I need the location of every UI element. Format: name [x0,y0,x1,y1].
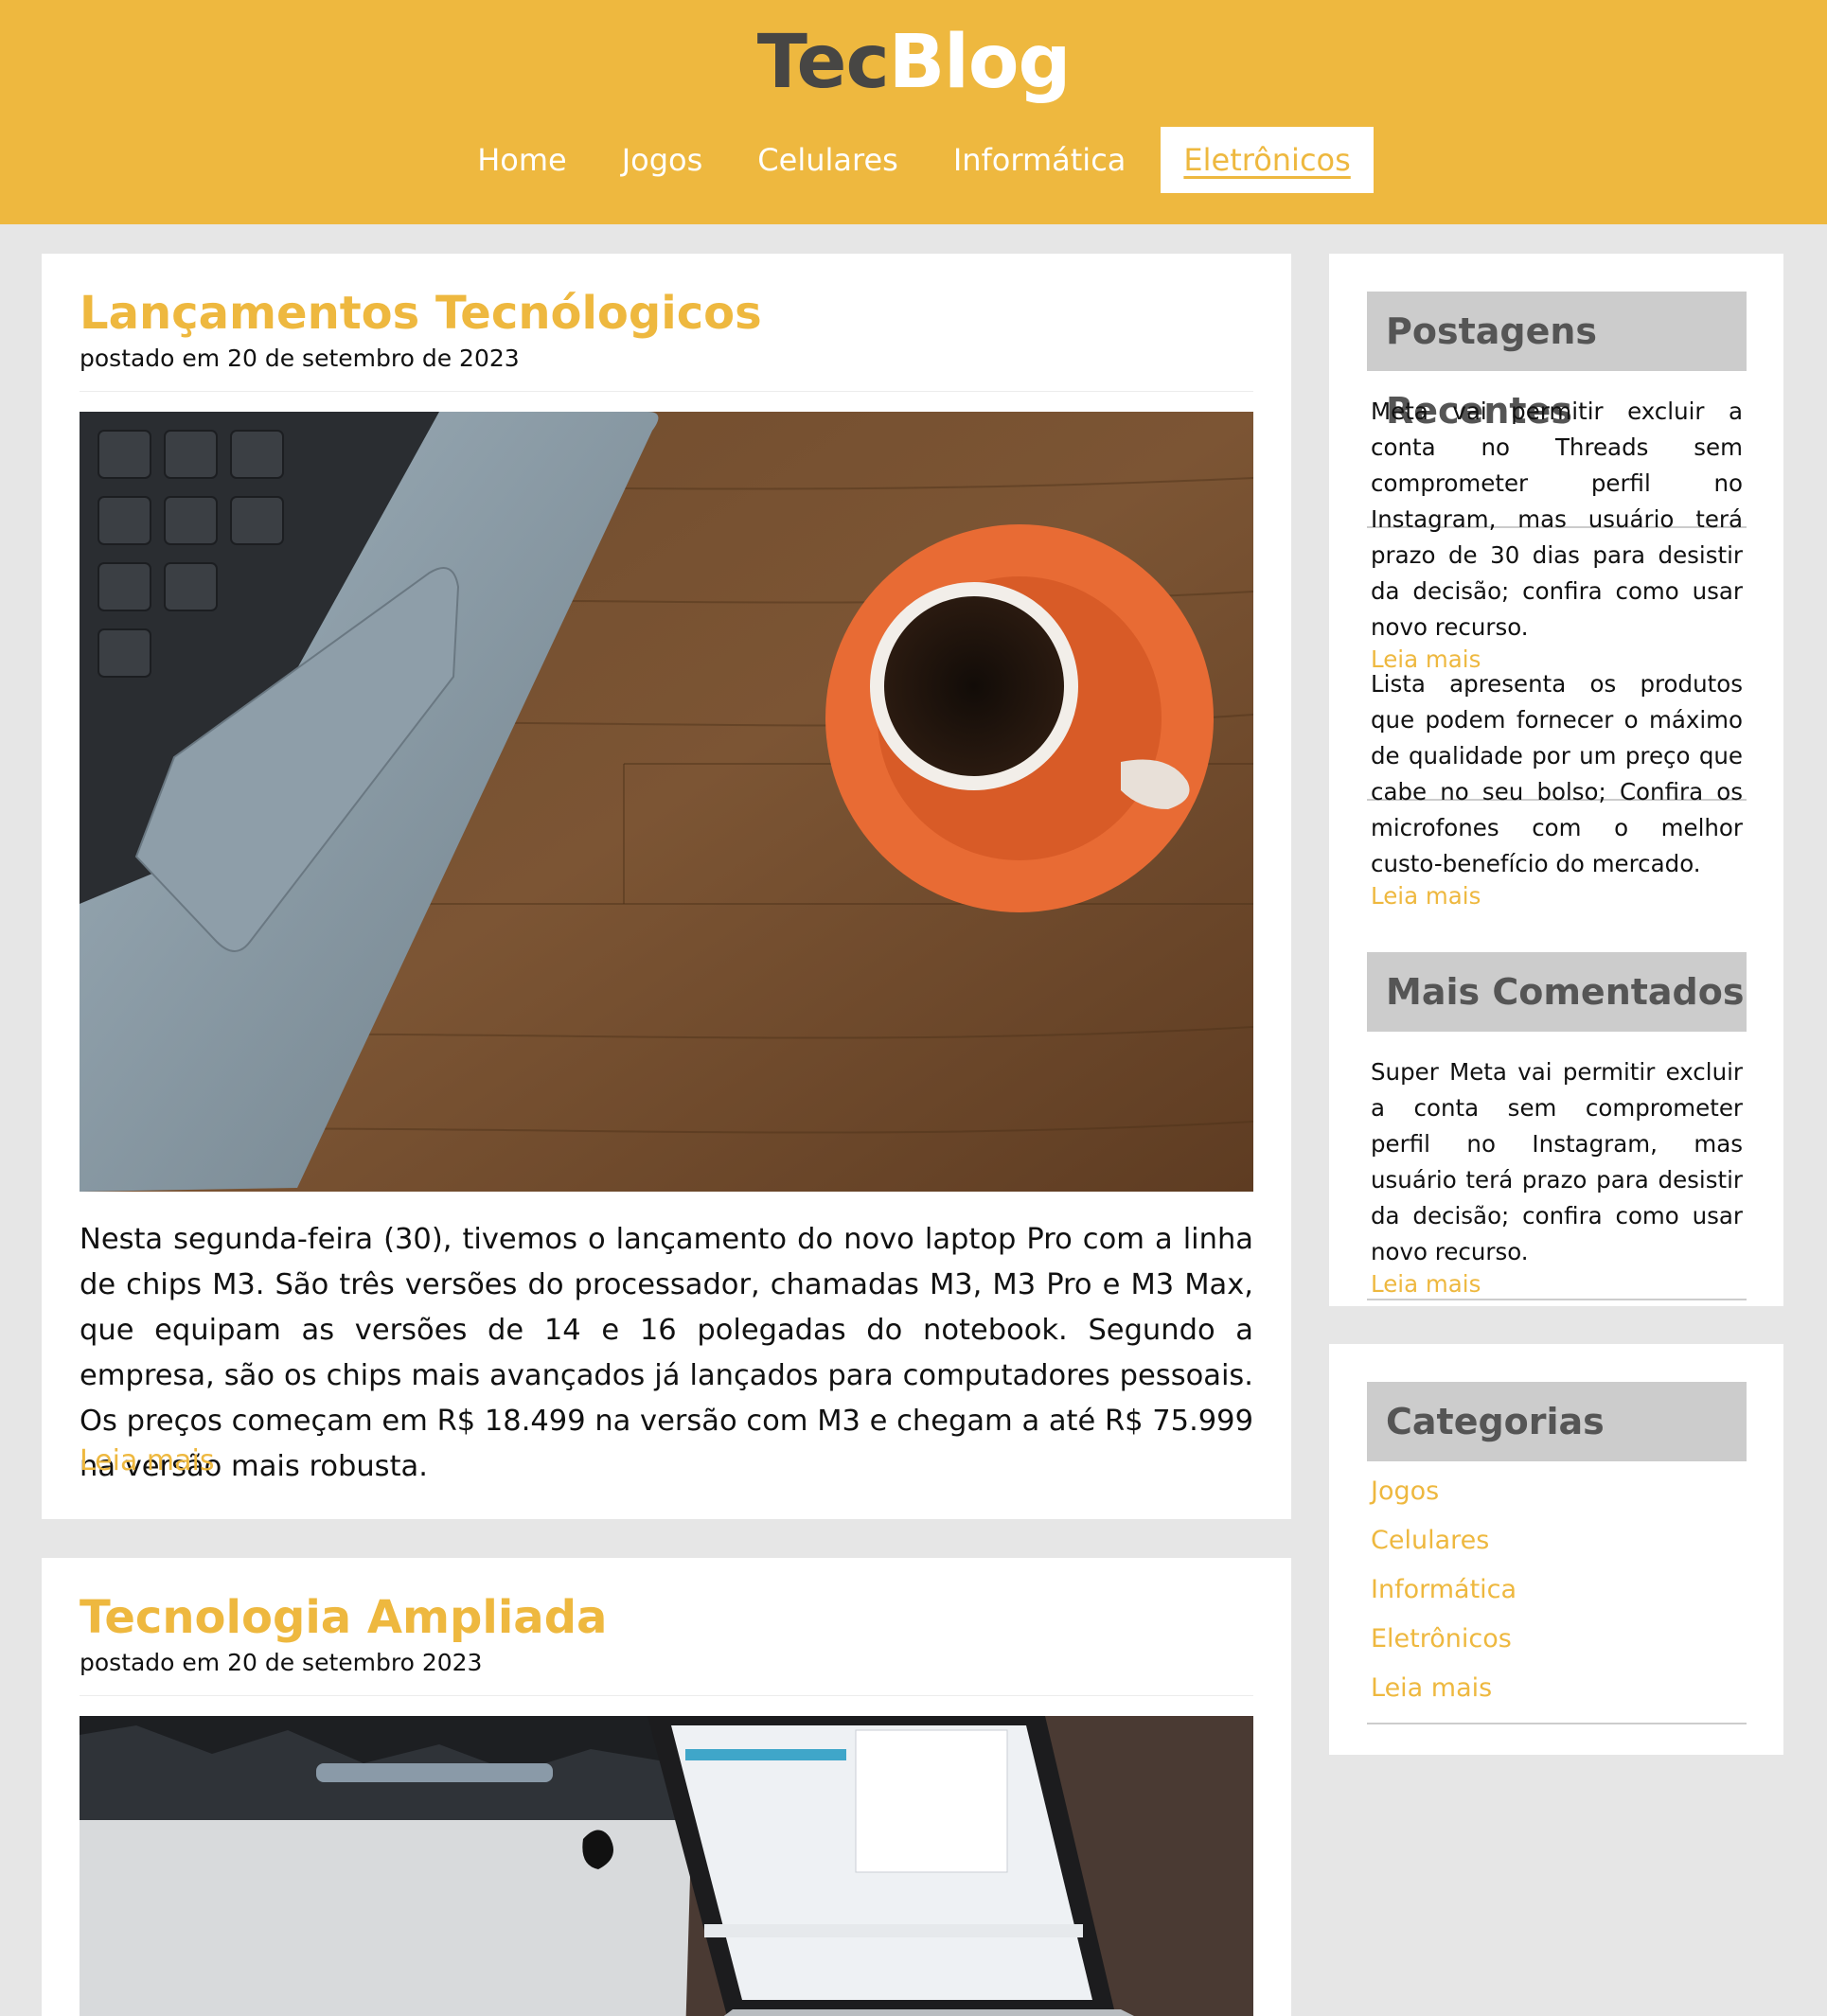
post-date: postado em 20 de setembro de 2023 [80,345,520,372]
categories-panel: Categorias Jogos Celulares Informática E… [1329,1344,1783,1755]
nav-item-informatica[interactable]: Informática [930,127,1150,193]
main-nav: Home Jogos Celulares Informática Eletrôn… [0,127,1827,193]
nav-item-eletronicos[interactable]: Eletrônicos [1161,127,1374,193]
most-commented-text: Super Meta vai permitir excluir a conta … [1371,1058,1743,1265]
read-more-link[interactable]: Leia mais [80,1442,214,1480]
most-commented-item: Super Meta vai permitir excluir a conta … [1367,1054,1747,1300]
desktop-laptop-image [80,1716,1253,2016]
most-commented-heading: Mais Comentados [1367,952,1747,1032]
post-divider [80,391,1253,392]
category-celulares[interactable]: Celulares [1367,1516,1747,1565]
categories-heading: Categorias [1367,1382,1747,1461]
category-jogos[interactable]: Jogos [1367,1467,1747,1516]
site-logo[interactable]: TecBlog [0,17,1827,108]
post-title[interactable]: Tecnologia Ampliada [80,1589,607,1646]
nav-item-home[interactable]: Home [453,127,591,193]
recent-post-item: Meta vai permitir excluir a conta no Thr… [1367,394,1747,673]
category-read-more[interactable]: Leia mais [1367,1664,1747,1713]
post-excerpt: Nesta segunda-feira (30), tivemos o lanç… [80,1223,1253,1483]
read-more-link[interactable]: Leia mais [1367,1270,1747,1299]
category-eletronicos[interactable]: Eletrônicos [1367,1615,1747,1664]
read-more-link[interactable]: Leia mais [1367,882,1747,911]
post-card: Lançamentos Tecnólogicos postado em 20 d… [42,254,1291,1519]
post-divider [80,1695,1253,1696]
category-list: Jogos Celulares Informática Eletrônicos … [1367,1467,1747,1724]
sidebar-panel: Postagens Recentes Meta vai permitir exc… [1329,254,1783,1306]
nav-item-jogos[interactable]: Jogos [598,127,727,193]
site-header: TecBlog Home Jogos Celulares Informática… [0,0,1827,224]
nav-item-celulares[interactable]: Celulares [734,127,922,193]
post-card: Tecnologia Ampliada postado em 20 de set… [42,1558,1291,2016]
logo-part-tec: Tec [756,20,890,105]
category-informatica[interactable]: Informática [1367,1565,1747,1615]
laptop-coffee-image [80,412,1253,1192]
recent-post-item: Lista apresenta os produtos que podem fo… [1367,666,1747,910]
recent-post-text: Lista apresenta os produtos que podem fo… [1371,670,1743,877]
logo-part-blog: Blog [888,20,1072,105]
recent-post-text: Meta vai permitir excluir a conta no Thr… [1371,398,1743,641]
post-title[interactable]: Lançamentos Tecnólogicos [80,285,762,342]
recent-posts-heading: Postagens Recentes [1367,292,1747,432]
post-date: postado em 20 de setembro 2023 [80,1649,483,1676]
